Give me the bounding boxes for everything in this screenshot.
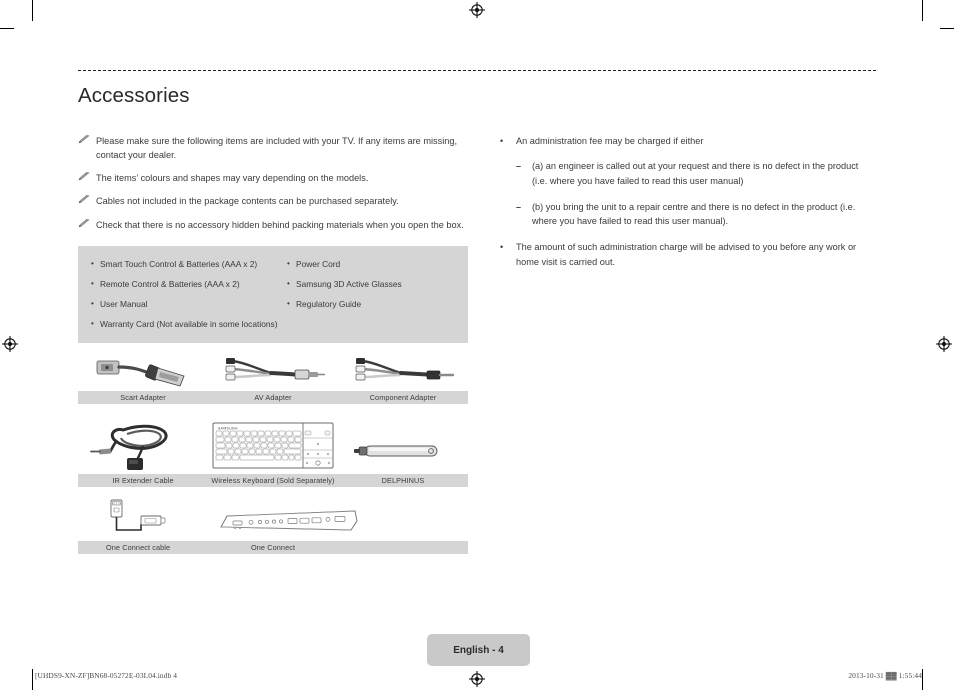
wireless-keyboard-image: SAMSUNG	[208, 412, 338, 474]
contents-item: • Regulatory Guide	[283, 295, 468, 315]
note-list: Please make sure the following items are…	[78, 134, 470, 232]
accessory-caption-bar: Scart Adapter AV Adapter Component Adapt…	[78, 391, 468, 405]
two-column-layout: Please make sure the following items are…	[78, 134, 876, 555]
pencil-note-icon	[78, 134, 91, 144]
accessory-row-peripherals: SAMSUNG IR Extender Cable Wireless Keybo…	[78, 408, 468, 488]
crop-mark-right-top	[940, 28, 954, 29]
note-text: Cables not included in the package conte…	[96, 196, 399, 207]
accessory-figures: Scart Adapter AV Adapter Component Adapt…	[78, 343, 468, 555]
bullet-item: • The amount of such administration char…	[500, 240, 876, 269]
bullet-item: • An administration fee may be charged i…	[500, 134, 876, 149]
contents-item-label: Power Cord	[296, 259, 341, 270]
footer-timestamp: 2013-10-31 ▓▓ 1:55:44	[848, 671, 922, 680]
accessory-caption: IR Extender Cable	[112, 476, 174, 486]
accessory-row-images	[78, 491, 468, 541]
registration-target-top	[469, 2, 485, 18]
accessory-caption: AV Adapter	[254, 393, 292, 403]
contents-item-label: Regulatory Guide	[296, 299, 362, 310]
page-content: Accessories Please make sure the followi…	[78, 70, 876, 555]
contents-item: • Smart Touch Control & Batteries (AAA x…	[78, 255, 283, 275]
bullet-dot: •	[91, 259, 94, 269]
right-column: • An administration fee may be charged i…	[500, 134, 876, 281]
crop-mark-top-left	[32, 0, 33, 21]
contents-item: • Power Cord	[283, 255, 468, 275]
bullet-dot: •	[91, 279, 94, 289]
sub-bullet-item: – (a) an engineer is called out at your …	[516, 159, 876, 188]
accessory-caption: One Connect	[251, 543, 296, 553]
crop-mark-top-right	[922, 0, 923, 21]
note-item: Check that there is no accessory hidden …	[78, 218, 470, 232]
pencil-note-icon	[78, 171, 91, 181]
component-adapter-image	[338, 347, 468, 391]
contents-item-label: User Manual	[100, 299, 148, 310]
sub-bullet-text: (b) you bring the unit to a repair centr…	[532, 201, 856, 227]
bullet-text: An administration fee may be charged if …	[516, 135, 704, 146]
bullet-sub-list: – (a) an engineer is called out at your …	[500, 159, 876, 229]
contents-item-label: Warranty Card (Not available in some loc…	[100, 319, 278, 330]
contents-item-label: Remote Control & Batteries (AAA x 2)	[100, 279, 240, 290]
accessory-row-images	[78, 343, 468, 391]
registration-target-right	[936, 336, 952, 352]
page-title: Accessories	[78, 84, 190, 107]
accessory-caption-bar: One Connect cable One Connect	[78, 541, 468, 555]
one-connect-box-image	[208, 495, 368, 541]
dash-mark: –	[516, 201, 522, 212]
scart-adapter-image	[78, 347, 208, 391]
note-item: Cables not included in the package conte…	[78, 194, 470, 208]
registration-target-bottom	[469, 671, 485, 687]
dash-mark: –	[516, 161, 522, 172]
accessory-caption: Wireless Keyboard (Sold Separately)	[211, 476, 335, 486]
contents-item: • Remote Control & Batteries (AAA x 2)	[78, 275, 283, 295]
contents-item: • User Manual	[78, 295, 283, 315]
bullet-group: • An administration fee may be charged i…	[500, 134, 876, 230]
package-contents-box: • Smart Touch Control & Batteries (AAA x…	[78, 245, 468, 344]
accessory-row-one-connect: One Connect cable One Connect	[78, 491, 468, 555]
bullet-text: The amount of such administration charge…	[516, 242, 857, 267]
contents-item: • Samsung 3D Active Glasses	[283, 275, 468, 295]
note-text: Please make sure the following items are…	[96, 135, 458, 160]
pencil-note-icon	[78, 194, 91, 204]
title-dashed-rule	[78, 70, 876, 71]
note-text: Check that there is no accessory hidden …	[96, 219, 464, 230]
crop-mark-bottom-left	[32, 669, 33, 690]
bullet-dot: •	[500, 135, 504, 146]
accessory-caption: Component Adapter	[369, 393, 437, 403]
note-text: The items’ colours and shapes may vary d…	[96, 173, 369, 184]
delphinus-image	[338, 412, 468, 474]
accessory-caption: Scart Adapter	[120, 393, 166, 403]
svg-text:SAMSUNG: SAMSUNG	[218, 427, 238, 431]
bullet-dot: •	[287, 299, 290, 309]
contents-item: • Warranty Card (Not available in some l…	[78, 315, 468, 335]
registration-target-left	[2, 336, 18, 352]
accessory-caption-bar: IR Extender Cable Wireless Keyboard (Sol…	[78, 474, 468, 488]
note-item: The items’ colours and shapes may vary d…	[78, 171, 470, 185]
bullet-dot: •	[287, 259, 290, 269]
page-number-badge: English - 4	[427, 634, 530, 666]
accessory-row-adapters: Scart Adapter AV Adapter Component Adapt…	[78, 343, 468, 405]
one-connect-cable-image	[78, 495, 208, 541]
av-adapter-image	[208, 347, 338, 391]
bullet-dot: •	[287, 279, 290, 289]
pencil-note-icon	[78, 218, 91, 228]
bullet-dot: •	[91, 319, 94, 329]
accessory-caption: One Connect cable	[106, 543, 171, 553]
crop-mark-bottom-right	[922, 669, 923, 690]
bullet-group: • The amount of such administration char…	[500, 240, 876, 269]
crop-mark-left-top	[0, 28, 14, 29]
contents-item-label: Smart Touch Control & Batteries (AAA x 2…	[100, 259, 258, 270]
left-column: Please make sure the following items are…	[78, 134, 470, 555]
sub-bullet-text: (a) an engineer is called out at your re…	[532, 161, 859, 186]
accessory-row-images: SAMSUNG	[78, 408, 468, 474]
contents-item-label: Samsung 3D Active Glasses	[296, 279, 402, 290]
package-contents-grid: • Smart Touch Control & Batteries (AAA x…	[78, 255, 468, 335]
administration-fee-list: • An administration fee may be charged i…	[500, 134, 876, 270]
accessory-caption: DELPHINUS	[381, 476, 425, 486]
note-item: Please make sure the following items are…	[78, 134, 470, 163]
bullet-dot: •	[91, 299, 94, 309]
sub-bullet-item: – (b) you bring the unit to a repair cen…	[516, 200, 876, 229]
footer-file-reference: [UHDS9-XN-ZF]BN68-05272E-03L04.indb 4	[35, 671, 178, 680]
bullet-dot: •	[500, 242, 504, 253]
ir-extender-cable-image	[78, 412, 208, 474]
